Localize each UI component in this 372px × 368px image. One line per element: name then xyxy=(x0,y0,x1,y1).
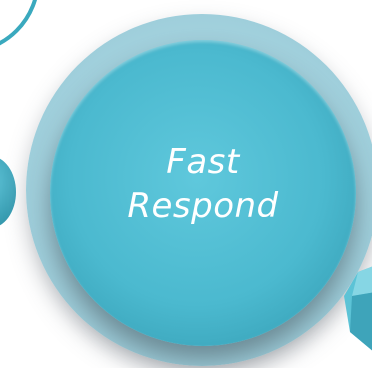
feature-label-line1: Fast xyxy=(166,142,240,182)
feature-label-line2: Respond xyxy=(127,186,279,226)
feature-label: Fast Respond xyxy=(50,140,356,228)
decorative-ring xyxy=(0,0,40,54)
gem-icon xyxy=(344,266,372,351)
scene: Fast Respond xyxy=(0,0,372,368)
decorative-bubble xyxy=(0,156,16,228)
